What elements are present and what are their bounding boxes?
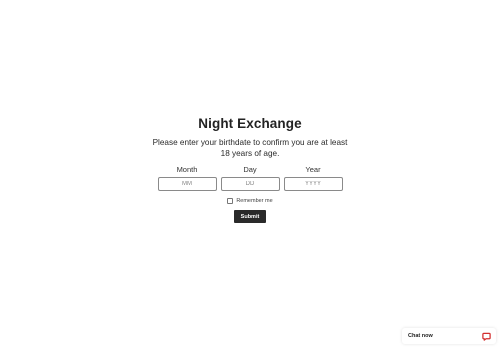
remember-me-checkbox[interactable] — [227, 198, 234, 204]
site-title: Night Exchange — [198, 116, 302, 131]
year-input[interactable] — [283, 177, 343, 191]
year-field-group: Year — [283, 165, 343, 191]
age-verification-form: Night Exchange Please enter your birthda… — [0, 116, 500, 223]
submit-button[interactable]: Submit — [234, 210, 266, 223]
day-label: Day — [243, 165, 257, 174]
remember-me-row[interactable]: Remember me — [227, 197, 273, 205]
day-field-group: Day — [220, 165, 280, 191]
year-label: Year — [305, 165, 321, 174]
chat-label: Chat now — [408, 333, 433, 339]
day-input[interactable] — [220, 177, 280, 191]
chat-widget-button[interactable]: Chat now — [402, 328, 496, 344]
month-input[interactable] — [157, 177, 217, 191]
age-prompt-text: Please enter your birthdate to confirm y… — [152, 138, 348, 158]
month-label: Month — [176, 165, 198, 174]
age-gate-page: Night Exchange Please enter your birthda… — [0, 0, 500, 348]
chat-bubble-icon — [481, 331, 491, 341]
remember-me-label[interactable]: Remember me — [236, 197, 272, 205]
birthdate-fields: Month Day Year — [157, 165, 343, 191]
month-field-group: Month — [157, 165, 217, 191]
